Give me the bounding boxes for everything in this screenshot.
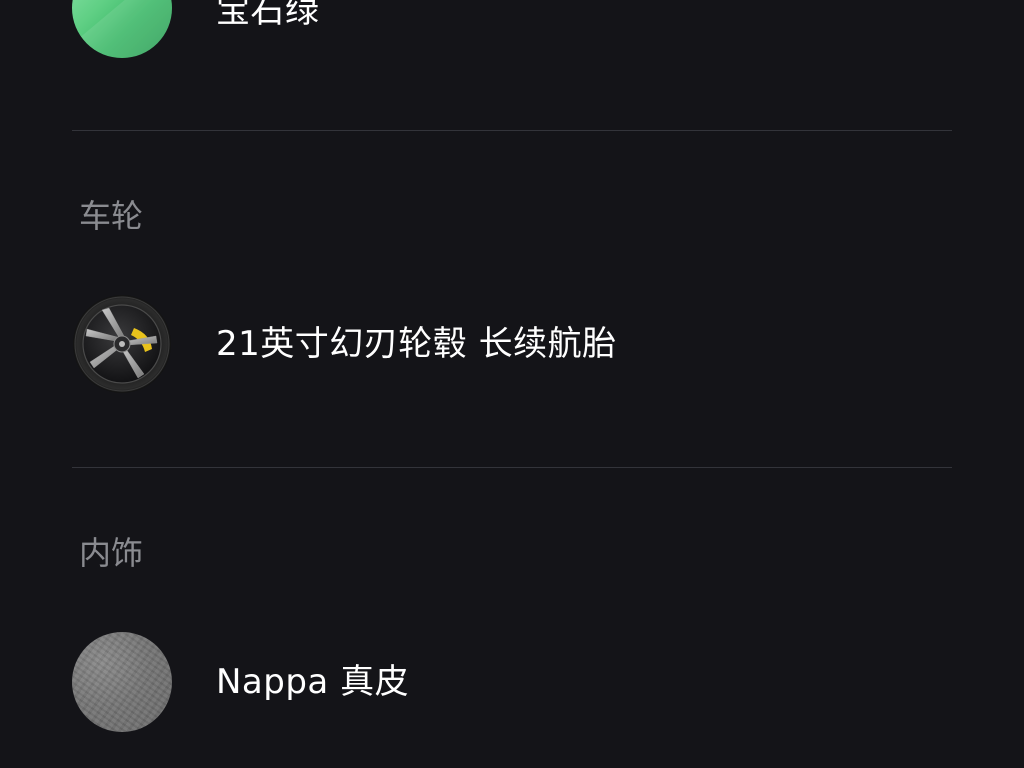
color-option-label: 宝石绿: [216, 0, 320, 31]
section-divider: [72, 130, 952, 131]
wheel-option-label: 21英寸幻刃轮毂 长续航胎: [216, 324, 617, 364]
section-divider: [72, 467, 952, 468]
interior-section-title: 内饰: [79, 534, 144, 572]
wheel-option[interactable]: 21英寸幻刃轮毂 长续航胎: [72, 294, 952, 394]
interior-option[interactable]: Nappa 真皮: [72, 632, 952, 732]
color-option-jade-green[interactable]: 宝石绿: [72, 0, 952, 58]
configuration-list: 宝石绿 车轮 21英寸幻刃轮毂 长续航胎 内饰 Nappa 真皮: [0, 0, 1024, 768]
wheel-icon: [72, 294, 172, 394]
nappa-leather-swatch: [72, 632, 172, 732]
jade-green-color-swatch: [72, 0, 172, 58]
wheels-section-title: 车轮: [79, 197, 144, 235]
interior-option-label: Nappa 真皮: [216, 662, 410, 702]
